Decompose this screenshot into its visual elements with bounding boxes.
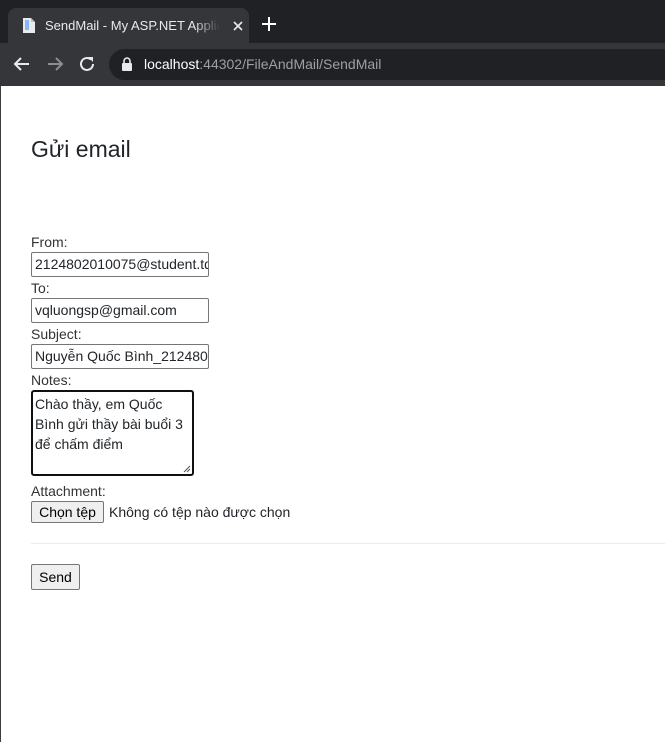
- file-status-text: Không có tệp nào được chọn: [109, 504, 291, 520]
- to-input[interactable]: vqluongsp@gmail.com: [31, 298, 209, 323]
- notes-label: Notes:: [31, 372, 72, 388]
- new-tab-icon[interactable]: [260, 15, 278, 33]
- tab-title: SendMail - My ASP.NET Application: [45, 18, 220, 33]
- close-tab-icon[interactable]: [230, 18, 246, 34]
- from-input[interactable]: 2124802010075@student.tdmu.edu.vn: [31, 252, 209, 277]
- subject-input[interactable]: Nguyễn Quốc Bình_2124802010075: [31, 344, 209, 369]
- address-bar[interactable]: localhost:44302/FileAndMail/SendMail: [109, 49, 665, 80]
- to-label: To:: [31, 280, 50, 296]
- forward-arrow-icon[interactable]: [45, 54, 65, 74]
- page-icon: [23, 18, 35, 33]
- page-content: Gửi email From: 2124802010075@student.td…: [0, 86, 665, 742]
- browser-tab-strip: SendMail - My ASP.NET Application: [0, 0, 665, 43]
- reload-icon[interactable]: [77, 54, 97, 74]
- url-text[interactable]: localhost:44302/FileAndMail/SendMail: [144, 56, 381, 73]
- subject-label: Subject:: [31, 326, 82, 342]
- url-host: localhost: [144, 56, 200, 72]
- browser-toolbar: localhost:44302/FileAndMail/SendMail: [0, 43, 665, 86]
- from-label: From:: [31, 234, 68, 250]
- resize-handle-icon[interactable]: [183, 465, 191, 473]
- choose-file-button[interactable]: Chọn tệp: [31, 501, 104, 523]
- back-arrow-icon[interactable]: [12, 54, 32, 74]
- lock-icon[interactable]: [121, 57, 133, 71]
- notes-textarea[interactable]: Chào thầy, em Quốc Bình gửi thầy bài buổ…: [31, 390, 194, 476]
- browser-tab[interactable]: SendMail - My ASP.NET Application: [8, 8, 249, 43]
- send-button[interactable]: Send: [31, 564, 80, 590]
- page-title: Gửi email: [31, 136, 131, 162]
- url-path: :44302/FileAndMail/SendMail: [199, 56, 382, 72]
- attachment-label: Attachment:: [31, 483, 106, 499]
- divider: [31, 543, 665, 544]
